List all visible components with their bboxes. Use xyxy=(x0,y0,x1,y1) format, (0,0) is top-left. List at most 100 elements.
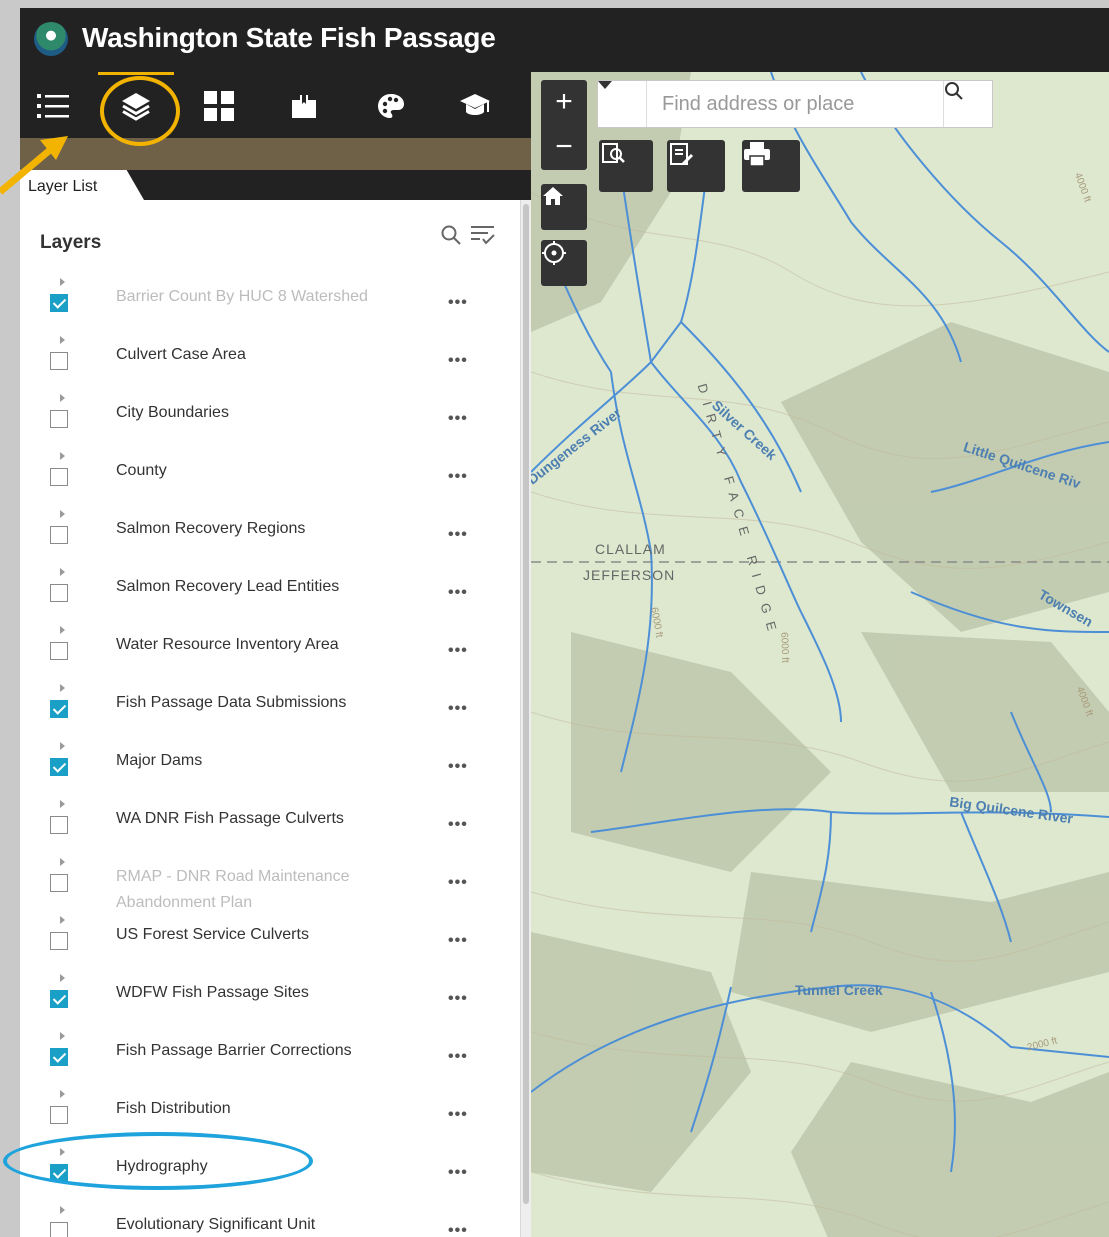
layer-options-button[interactable]: ••• xyxy=(448,642,468,660)
expand-caret-icon[interactable] xyxy=(60,684,65,692)
expand-caret-icon[interactable] xyxy=(60,394,65,402)
layer-row[interactable]: Major Dams ••• xyxy=(20,742,520,802)
list-icon xyxy=(37,94,69,118)
layer-row[interactable]: Salmon Recovery Lead Entities ••• xyxy=(20,568,520,628)
expand-caret-icon[interactable] xyxy=(60,1206,65,1214)
grid-icon xyxy=(204,91,234,121)
expand-caret-icon[interactable] xyxy=(60,626,65,634)
expand-caret-icon[interactable] xyxy=(60,974,65,982)
layer-options-button[interactable]: ••• xyxy=(448,932,468,950)
annotation-highlight-layers xyxy=(100,76,180,146)
layer-row[interactable]: County ••• xyxy=(20,452,520,512)
filter-list-icon[interactable] xyxy=(470,224,496,246)
layer-row[interactable]: WA DNR Fish Passage Culverts ••• xyxy=(20,800,520,860)
layer-visibility-checkbox[interactable] xyxy=(50,352,68,370)
layer-options-button[interactable]: ••• xyxy=(448,1164,468,1182)
map-label-clallam: CLALLAM xyxy=(595,541,666,557)
layer-visibility-checkbox[interactable] xyxy=(50,932,68,950)
layer-options-button[interactable]: ••• xyxy=(448,410,468,428)
edit-button[interactable] xyxy=(667,140,725,192)
layer-options-button[interactable]: ••• xyxy=(448,1222,468,1237)
layer-options-button[interactable]: ••• xyxy=(448,526,468,544)
expand-caret-icon[interactable] xyxy=(60,568,65,576)
layer-row[interactable]: Salmon Recovery Regions ••• xyxy=(20,510,520,570)
layer-options-button[interactable]: ••• xyxy=(448,874,468,892)
expand-caret-icon[interactable] xyxy=(60,278,65,286)
home-icon xyxy=(543,187,563,205)
expand-caret-icon[interactable] xyxy=(60,742,65,750)
edit-document-icon xyxy=(670,143,694,166)
search-source-dropdown[interactable] xyxy=(598,81,647,127)
layer-visibility-checkbox[interactable] xyxy=(50,1222,68,1237)
printer-icon xyxy=(744,142,770,167)
bookmark-tool-button[interactable] xyxy=(281,83,327,129)
topo-basemap xyxy=(531,72,1109,1237)
layer-label: Barrier Count By HUC 8 Watershed xyxy=(116,288,368,305)
query-button[interactable] xyxy=(599,140,653,192)
expand-caret-icon[interactable] xyxy=(60,336,65,344)
layer-label: Fish Passage Barrier Corrections xyxy=(116,1042,352,1059)
search-icon xyxy=(945,82,963,100)
widget-toolbar xyxy=(20,72,531,138)
layer-visibility-checkbox[interactable] xyxy=(50,410,68,428)
zoom-out-button[interactable]: − xyxy=(541,124,587,170)
graduation-cap-icon xyxy=(460,94,490,115)
layer-visibility-checkbox[interactable] xyxy=(50,642,68,660)
learn-tool-button[interactable] xyxy=(452,83,498,129)
home-button[interactable] xyxy=(541,184,587,230)
print-button[interactable] xyxy=(742,140,800,192)
list-tool-button[interactable] xyxy=(30,83,76,129)
layer-row[interactable]: Fish Passage Data Submissions ••• xyxy=(20,684,520,744)
layer-visibility-checkbox[interactable] xyxy=(50,1048,68,1066)
layer-options-button[interactable]: ••• xyxy=(448,468,468,486)
palette-icon xyxy=(378,94,404,118)
expand-caret-icon[interactable] xyxy=(60,858,65,866)
layer-visibility-checkbox[interactable] xyxy=(50,526,68,544)
panel-heading: Layers xyxy=(40,232,102,253)
search-icon[interactable] xyxy=(440,224,462,246)
layer-visibility-checkbox[interactable] xyxy=(50,758,68,776)
layer-row[interactable]: Culvert Case Area ••• xyxy=(20,336,520,396)
layer-row[interactable]: Water Resource Inventory Area ••• xyxy=(20,626,520,686)
layer-visibility-checkbox[interactable] xyxy=(50,584,68,602)
expand-caret-icon[interactable] xyxy=(60,800,65,808)
locate-button[interactable] xyxy=(541,240,587,286)
layer-visibility-checkbox[interactable] xyxy=(50,468,68,486)
search-button[interactable] xyxy=(943,81,992,127)
layer-row[interactable]: Evolutionary Significant Unit ••• xyxy=(20,1206,520,1237)
layer-options-button[interactable]: ••• xyxy=(448,758,468,776)
search-input[interactable] xyxy=(646,81,944,127)
layer-options-button[interactable]: ••• xyxy=(448,700,468,718)
bookmark-icon xyxy=(292,95,316,118)
layer-row[interactable]: WDFW Fish Passage Sites ••• xyxy=(20,974,520,1034)
expand-caret-icon[interactable] xyxy=(60,916,65,924)
expand-caret-icon[interactable] xyxy=(60,452,65,460)
layer-row[interactable]: Fish Passage Barrier Corrections ••• xyxy=(20,1032,520,1092)
layer-row[interactable]: US Forest Service Culverts ••• xyxy=(20,916,520,976)
layer-visibility-checkbox[interactable] xyxy=(50,816,68,834)
layer-visibility-checkbox[interactable] xyxy=(50,1106,68,1124)
layer-row[interactable]: Barrier Count By HUC 8 Watershed ••• xyxy=(20,278,520,338)
layer-options-button[interactable]: ••• xyxy=(448,294,468,312)
map-view[interactable]: Dungeness River Silver Creek DIRTY FACE … xyxy=(531,72,1109,1237)
layer-options-button[interactable]: ••• xyxy=(448,1106,468,1124)
layer-options-button[interactable]: ••• xyxy=(448,990,468,1008)
panel-header-bar xyxy=(20,138,531,170)
expand-caret-icon[interactable] xyxy=(60,510,65,518)
expand-caret-icon[interactable] xyxy=(60,1032,65,1040)
layer-visibility-checkbox[interactable] xyxy=(50,874,68,892)
layer-visibility-checkbox[interactable] xyxy=(50,700,68,718)
layer-visibility-checkbox[interactable] xyxy=(50,294,68,312)
layer-row[interactable]: City Boundaries ••• xyxy=(20,394,520,454)
layer-options-button[interactable]: ••• xyxy=(448,1048,468,1066)
zoom-in-button[interactable]: + xyxy=(541,80,587,125)
layer-options-button[interactable]: ••• xyxy=(448,352,468,370)
layer-visibility-checkbox[interactable] xyxy=(50,990,68,1008)
layer-options-button[interactable]: ••• xyxy=(448,584,468,602)
basemap-tool-button[interactable] xyxy=(196,83,242,129)
layer-options-button[interactable]: ••• xyxy=(448,816,468,834)
layer-label: Fish Distribution xyxy=(116,1100,231,1117)
layer-row[interactable]: RMAP - DNR Road Maintenance Abandonment … xyxy=(20,858,520,918)
expand-caret-icon[interactable] xyxy=(60,1090,65,1098)
draw-tool-button[interactable] xyxy=(368,83,414,129)
